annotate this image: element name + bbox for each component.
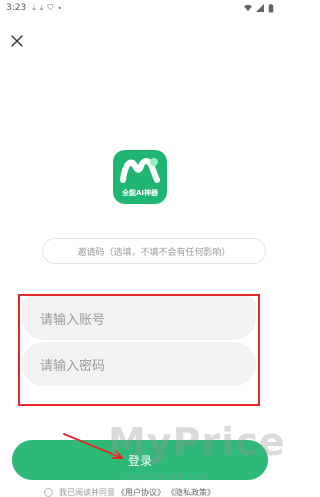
shield-icon: ⛉ [47,3,54,12]
close-button[interactable] [6,30,28,52]
agreement-prefix: 我已阅读并同意 [59,488,115,497]
logo-mark [120,158,160,183]
user-agreement-link[interactable]: 《用户协议》 [117,487,165,497]
login-screen: 3:23 ⤓ ⤓ ⛉ • 全能AI神器 邀请码（选填，不填不会有任何影响） 请输… [0,0,285,497]
wifi-icon [244,4,252,12]
login-button[interactable]: 登录 [12,440,268,480]
agreement-row: 我已阅读并同意 《用户协议》 《隐私政策》 [44,487,215,497]
agreement-checkbox[interactable] [44,488,53,497]
signal-icon [256,4,264,12]
close-icon [11,35,23,47]
system-icons [244,3,274,13]
status-bar: 3:23 ⤓ ⤓ ⛉ • [0,0,280,16]
battery-icon [268,3,274,13]
download-icon: ⤓ [32,3,36,12]
logo-text: 全能AI神器 [121,189,159,197]
notification-icons: ⤓ ⤓ ⛉ • [32,3,62,13]
invite-code-placeholder: 邀请码（选填，不填不会有任何影响） [77,247,231,258]
status-time: 3:23 [6,3,27,13]
login-button-label: 登录 [127,453,152,468]
invite-code-field[interactable]: 邀请码（选填，不填不会有任何影响） [42,238,266,264]
download-icon: ⤓ [39,3,44,12]
dot-icon: • [57,3,63,13]
annotation-highlight-box [18,294,260,406]
app-logo: 全能AI神器 [113,150,167,204]
privacy-policy-link[interactable]: 《隐私政策》 [167,487,215,497]
